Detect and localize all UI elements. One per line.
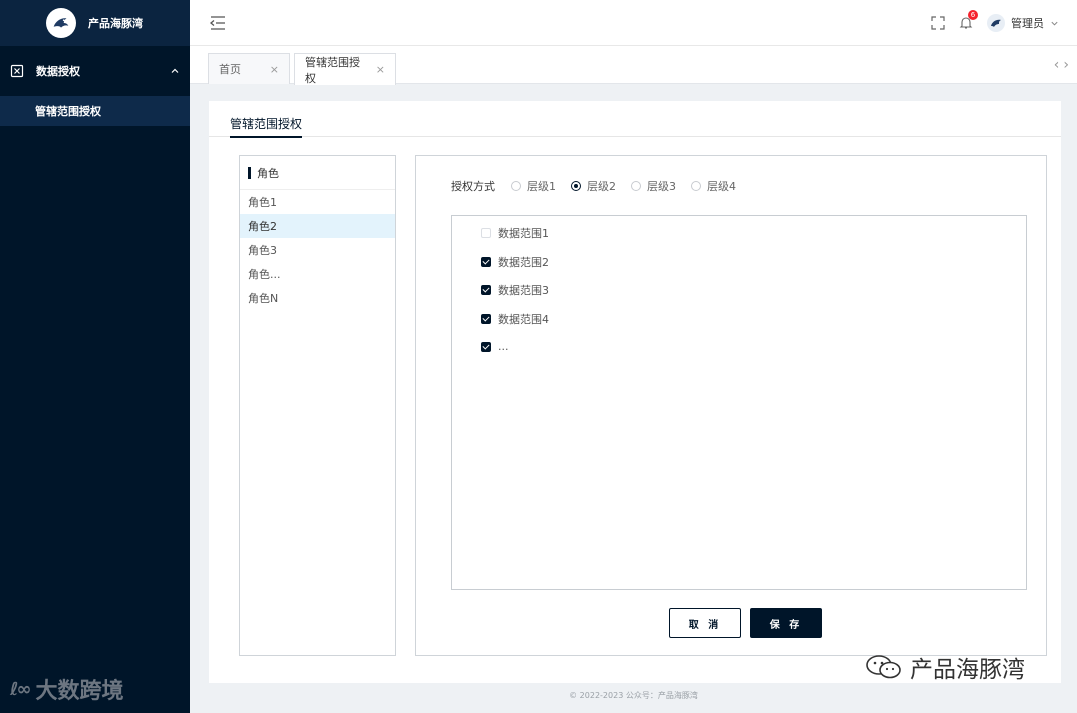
radio-label: 层级4 <box>707 180 736 193</box>
watermark-logo-icon: ℓ∞ <box>10 678 32 700</box>
footer: © 2022-2023 公众号：产品海豚湾 <box>569 691 698 700</box>
cancel-button[interactable]: 取 消 <box>669 608 741 638</box>
user-menu[interactable]: 管理员 <box>987 14 1059 32</box>
radio-level-2[interactable]: 层级2 <box>571 178 616 194</box>
radio-circle <box>571 181 581 191</box>
tab-scope-auth[interactable]: 管辖范围授权 × <box>294 53 396 85</box>
scope-checkbox-4[interactable]: 数据范围4 <box>481 311 549 327</box>
page-title: 管辖范围授权 <box>230 115 303 138</box>
role-label: 角色2 <box>248 220 277 233</box>
checkbox[interactable] <box>481 228 491 238</box>
chevron-left-icon[interactable]: ‹ <box>1054 57 1060 73</box>
menu-collapse-icon[interactable] <box>208 13 228 33</box>
checkbox[interactable] <box>481 257 491 267</box>
chevron-down-icon <box>1051 21 1058 26</box>
role-item[interactable]: 角色... <box>240 262 395 286</box>
role-item[interactable]: 角色1 <box>240 190 395 214</box>
radio-level-4[interactable]: 层级4 <box>691 178 736 194</box>
content-card: 管辖范围授权 角色 角色1 角色2 角色3 角色... 角色N 授权方式 层级1… <box>209 101 1061 683</box>
role-label: 角色3 <box>248 244 277 257</box>
radio-circle <box>511 181 521 191</box>
brand-name: 产品海豚湾 <box>88 17 143 30</box>
role-item[interactable]: 角色2 <box>240 214 395 238</box>
user-name: 管理员 <box>1011 17 1044 30</box>
role-panel-header: 角色 <box>240 156 395 190</box>
role-panel: 角色 角色1 角色2 角色3 角色... 角色N <box>239 155 396 656</box>
notification-badge: 6 <box>968 10 978 20</box>
sidebar-group-data-auth[interactable]: 数据授权 <box>0 46 190 96</box>
auth-method-label: 授权方式 <box>451 180 495 193</box>
role-label: 角色N <box>248 292 279 305</box>
role-label: 角色... <box>248 268 281 281</box>
watermark-right-text: 产品海豚湾 <box>910 657 1025 683</box>
dolphin-avatar-icon <box>991 19 1001 27</box>
tab-home[interactable]: 首页 × <box>208 53 290 84</box>
tabs-bar: 首页 × 管辖范围授权 × ‹ › <box>190 46 1077 85</box>
role-item[interactable]: 角色3 <box>240 238 395 262</box>
auth-method-row: 授权方式 层级1 层级2 层级3 层级4 <box>451 178 751 194</box>
close-icon[interactable]: × <box>376 63 385 76</box>
tab-nav: ‹ › <box>1054 57 1069 73</box>
avatar <box>987 14 1005 32</box>
notification-button[interactable]: 6 <box>959 10 978 30</box>
title-accent-bar <box>248 166 251 179</box>
chevron-right-icon[interactable]: › <box>1063 57 1069 73</box>
card-header: 管辖范围授权 <box>209 101 1061 138</box>
watermark-left: ℓ∞ 大数跨境 <box>10 673 124 705</box>
sidebar: 产品海豚湾 数据授权 管辖范围授权 ℓ∞ 大数跨境 <box>0 0 190 713</box>
sidebar-group-label: 数据授权 <box>36 65 80 78</box>
scope-label: 数据范围4 <box>498 313 549 326</box>
radio-circle <box>691 181 701 191</box>
tab-label: 管辖范围授权 <box>305 55 360 85</box>
excel-icon <box>10 64 24 78</box>
role-label: 角色1 <box>248 196 277 209</box>
radio-level-1[interactable]: 层级1 <box>511 178 556 194</box>
auth-panel: 授权方式 层级1 层级2 层级3 层级4 数据范围1 数据范围2 数据范围3 数… <box>415 155 1047 656</box>
radio-label: 层级3 <box>647 180 676 193</box>
checkbox[interactable] <box>481 341 491 352</box>
scope-label: 数据范围3 <box>498 284 549 297</box>
wechat-icon <box>866 655 901 679</box>
scope-checkbox-more[interactable]: ... <box>481 340 509 353</box>
scope-checkbox-3[interactable]: 数据范围3 <box>481 282 549 298</box>
tab-label: 首页 <box>219 63 241 76</box>
scope-label: 数据范围1 <box>498 227 549 240</box>
dolphin-logo-icon <box>46 8 76 38</box>
radio-circle <box>631 181 641 191</box>
save-button[interactable]: 保 存 <box>750 608 822 638</box>
scope-label: 数据范围2 <box>498 256 549 269</box>
scope-checkbox-1[interactable]: 数据范围1 <box>481 225 549 241</box>
watermark-left-text: 大数跨境 <box>35 679 124 704</box>
sidebar-item-scope-auth[interactable]: 管辖范围授权 <box>0 96 190 126</box>
top-header: 6 管理员 <box>190 0 1077 46</box>
chevron-up-icon <box>171 68 179 73</box>
scope-checkbox-2[interactable]: 数据范围2 <box>481 254 549 270</box>
scope-list: 数据范围1 数据范围2 数据范围3 数据范围4 ... <box>451 215 1027 590</box>
radio-label: 层级1 <box>527 180 556 193</box>
fullscreen-icon[interactable] <box>931 16 945 30</box>
role-panel-title: 角色 <box>257 166 279 180</box>
radio-level-3[interactable]: 层级3 <box>631 178 676 194</box>
role-item[interactable]: 角色N <box>240 286 395 310</box>
close-icon[interactable]: × <box>270 63 279 76</box>
sidebar-item-label: 管辖范围授权 <box>35 105 101 118</box>
brand[interactable]: 产品海豚湾 <box>0 0 190 46</box>
watermark-right: 产品海豚湾 <box>864 650 1025 684</box>
checkbox[interactable] <box>481 314 491 324</box>
checkbox[interactable] <box>481 285 491 295</box>
radio-label: 层级2 <box>587 180 616 193</box>
scope-label: ... <box>498 340 509 353</box>
